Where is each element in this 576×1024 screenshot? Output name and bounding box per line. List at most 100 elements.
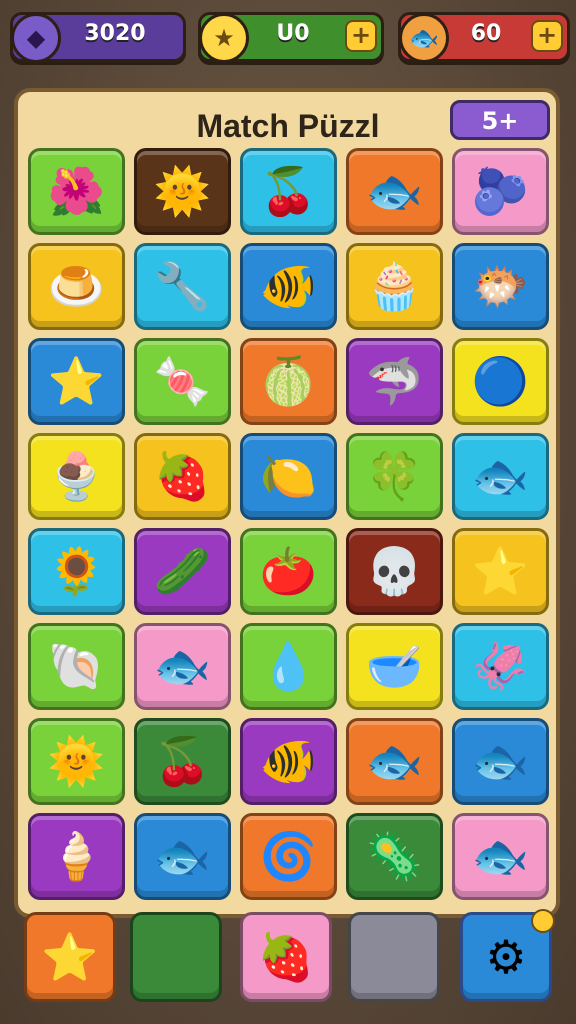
tile-skull[interactable]: 💀 <box>346 528 443 615</box>
tile-blue-fish[interactable]: 🦈 <box>346 338 443 425</box>
settings-icon: ⚙ <box>485 930 527 984</box>
sun-2-icon: 🌞 <box>47 734 106 788</box>
blue-drop-icon: 💧 <box>259 639 318 693</box>
purple-gem-icon: ◆ <box>11 13 61 63</box>
coin-counter[interactable]: ◆ 3020 <box>10 12 186 63</box>
cone-shell-icon: 🍦 <box>47 829 106 883</box>
fish-value: 60 <box>470 21 502 46</box>
blue-squid-icon: 🦑 <box>471 639 530 693</box>
lemon-stick-icon: 🍋 <box>259 449 318 503</box>
fish-counter[interactable]: 🐟 60 + <box>398 12 570 63</box>
tile-blue-squid[interactable]: 🦑 <box>452 623 549 710</box>
tile-purple-flower[interactable]: 🌺 <box>28 148 125 235</box>
tile-bowl[interactable]: 🍨 <box>28 433 125 520</box>
tile-striped-fish[interactable]: 🐠 <box>240 718 337 805</box>
goldfish-icon: 🐠 <box>259 259 318 313</box>
melon-icon: 🍈 <box>259 354 318 408</box>
tile-tomato[interactable]: 🍅 <box>240 528 337 615</box>
blue-bubble-icon: 🔵 <box>471 354 530 408</box>
orange-fish-3-icon: 🐟 <box>471 734 530 788</box>
tile-blue-drop[interactable]: 💧 <box>240 623 337 710</box>
tile-blue-bubble[interactable]: 🔵 <box>452 338 549 425</box>
green-fish-2-icon: 🐟 <box>153 829 212 883</box>
purple-leaf-icon: 🫐 <box>471 164 530 218</box>
berry-icon: 🍓 <box>257 929 315 984</box>
tile-orange-fish-3[interactable]: 🐟 <box>452 718 549 805</box>
game-board: Match Püzzl 5+ 🌺 🌞 🍒 🐟 🫐 🍮 🔧 🐠 🧁 🐡 ⭐ 🍬 🍈 🦈 🔵 🍨 🍓 🍋 🍀 🐟 🌻 🥒 🍅 💀 ⭐… <box>14 88 560 918</box>
tile-tool[interactable]: 🔧 <box>134 243 231 330</box>
bowl-icon: 🍨 <box>47 449 106 503</box>
tile-orange-fish[interactable]: 🐟 <box>346 148 443 235</box>
board-title: Match Püzzl <box>196 108 380 144</box>
tile-sunflower[interactable]: 🌻 <box>28 528 125 615</box>
tile-green-pod[interactable]: 🥒 <box>134 528 231 615</box>
tile-purple-star[interactable]: ⭐ <box>452 528 549 615</box>
tile-lemon-stick[interactable]: 🍋 <box>240 433 337 520</box>
tile-green-fish[interactable]: 🐡 <box>452 243 549 330</box>
teal-fish-icon: 🐟 <box>471 449 530 503</box>
tile-blue-bowl[interactable]: 🥣 <box>346 623 443 710</box>
orange-fish-icon: 🐟 <box>365 164 424 218</box>
clover-icon: 🍀 <box>365 449 424 503</box>
tile-cherry[interactable]: 🍒 <box>240 148 337 235</box>
sunflower-icon: 🌻 <box>47 544 106 598</box>
settings-slot[interactable]: ⚙ <box>460 909 555 1002</box>
green-pod-icon: 🥒 <box>153 544 212 598</box>
tile-blue-fish-3[interactable]: 🐟 <box>452 813 549 900</box>
tile-cone-shell[interactable]: 🍦 <box>28 813 125 900</box>
blue-fish-2-icon: 🐟 <box>153 639 212 693</box>
purple-star-icon: ⭐ <box>471 544 530 598</box>
tile-pink-blob[interactable]: 🦠 <box>346 813 443 900</box>
star-icon: ★ <box>199 13 249 63</box>
tile-yellow-swirl[interactable]: 🌀 <box>240 813 337 900</box>
notification-dot <box>531 909 555 933</box>
tile-cupcake[interactable]: 🧁 <box>346 243 443 330</box>
shell-icon: 🐚 <box>47 639 106 693</box>
pink-star-icon: ⭐ <box>47 354 106 408</box>
tile-teal-fish[interactable]: 🐟 <box>452 433 549 520</box>
add-fish-button[interactable]: + <box>531 20 563 52</box>
tile-candy[interactable]: 🍬 <box>134 338 231 425</box>
tile-red-cherry[interactable]: 🍒 <box>134 718 231 805</box>
purple-flower-icon: 🌺 <box>47 164 106 218</box>
strawberry-icon: 🍓 <box>153 449 212 503</box>
tile-shell[interactable]: 🐚 <box>28 623 125 710</box>
tomato-icon: 🍅 <box>259 544 318 598</box>
berry-slot[interactable]: 🍓 <box>240 912 332 1002</box>
candy-icon: 🍬 <box>153 354 212 408</box>
tile-orange-fish-2[interactable]: 🐟 <box>346 718 443 805</box>
empty-green-slot[interactable] <box>130 912 222 1002</box>
tile-blue-fish-2[interactable]: 🐟 <box>134 623 231 710</box>
resource-bar: ◆ 3020 ★ U0 + 🐟 60 + <box>0 8 576 63</box>
blue-fish-icon: 🦈 <box>365 354 424 408</box>
star-counter[interactable]: ★ U0 + <box>198 12 384 63</box>
tile-grid: 🌺 🌞 🍒 🐟 🫐 🍮 🔧 🐠 🧁 🐡 ⭐ 🍬 🍈 🦈 🔵 🍨 🍓 🍋 🍀 🐟 🌻 🥒 🍅 💀 ⭐ 🐚 🐟 💧 🥣 🦑 🌞 🍒 🐠 🐟 🐟 🍦 🐟 🌀 🦠 🐟 <box>28 148 549 900</box>
tile-melon[interactable]: 🍈 <box>240 338 337 425</box>
blue-bowl-icon: 🥣 <box>365 639 424 693</box>
tool-icon: 🔧 <box>153 259 212 313</box>
tile-sun[interactable]: 🌞 <box>134 148 231 235</box>
blue-fish-3-icon: 🐟 <box>471 829 530 883</box>
tile-pink-star[interactable]: ⭐ <box>28 338 125 425</box>
green-fish-icon: 🐡 <box>471 259 530 313</box>
tile-clover[interactable]: 🍀 <box>346 433 443 520</box>
tile-goldfish[interactable]: 🐠 <box>240 243 337 330</box>
tile-pudding[interactable]: 🍮 <box>28 243 125 330</box>
tile-strawberry[interactable]: 🍓 <box>134 433 231 520</box>
pink-blob-icon: 🦠 <box>365 829 424 883</box>
booster-bar: ⭐ 🍓 ⚙ <box>24 909 558 1004</box>
star-value: U0 <box>276 21 310 46</box>
striped-fish-icon: 🐠 <box>259 734 318 788</box>
cherry-icon: 🍒 <box>259 164 318 218</box>
sun-icon: 🌞 <box>153 164 212 218</box>
star-slot[interactable]: ⭐ <box>24 912 116 1002</box>
red-cherry-icon: 🍒 <box>153 734 212 788</box>
moves-badge: 5+ <box>450 100 550 140</box>
empty-gray-slot[interactable] <box>348 912 440 1002</box>
add-stars-button[interactable]: + <box>345 20 377 52</box>
tile-sun-2[interactable]: 🌞 <box>28 718 125 805</box>
tile-purple-leaf[interactable]: 🫐 <box>452 148 549 235</box>
skull-icon: 💀 <box>365 544 424 598</box>
pudding-icon: 🍮 <box>47 259 106 313</box>
tile-green-fish-2[interactable]: 🐟 <box>134 813 231 900</box>
